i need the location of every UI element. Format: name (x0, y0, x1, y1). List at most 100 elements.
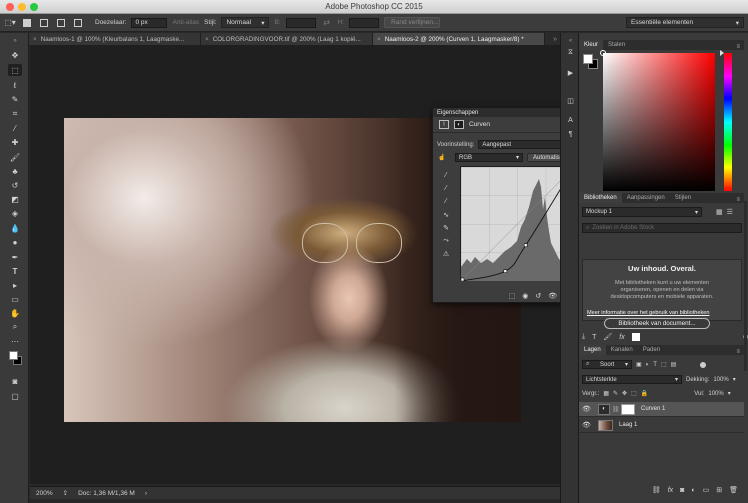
filter-toggle[interactable] (700, 361, 707, 368)
libraries-learn-more-link[interactable]: Meer informatie over het gebruik van bib… (587, 310, 737, 317)
clone-stamp-tool-icon[interactable]: ♣ (8, 165, 22, 177)
layer-mask-thumb[interactable] (621, 403, 635, 415)
panel-menu-icon[interactable]: ≡ (736, 44, 744, 50)
antialias-label[interactable]: Anti-alias (172, 19, 199, 26)
layer-filter-select[interactable]: ⌕ Soort ▾ (582, 360, 632, 369)
lock-transparency-icon[interactable]: ▦ (603, 390, 609, 397)
width-input[interactable] (285, 17, 316, 28)
style-select[interactable]: Normaal ▾ (221, 17, 270, 28)
intersect-selection-icon[interactable] (72, 17, 84, 29)
tab-kleur[interactable]: Kleur (579, 40, 604, 50)
feather-input[interactable]: 0 px (131, 17, 168, 28)
right-panels-scrollbar[interactable] (744, 201, 747, 371)
add-text-icon[interactable]: T (592, 334, 596, 341)
curves-graph[interactable] (460, 166, 575, 282)
visibility-eye-icon[interactable]: 👁 (582, 421, 592, 429)
lock-position-icon[interactable]: ✥ (622, 390, 627, 397)
tab-naamloos-2[interactable]: × Naamloos-2 @ 200% (Curven 1, Laagmasker… (373, 33, 545, 45)
lasso-tool-icon[interactable]: ℓ (8, 79, 22, 91)
filter-pixel-icon[interactable]: ▣ (636, 361, 642, 368)
fx-icon[interactable]: fx (619, 334, 624, 341)
edit-points-curve-icon[interactable]: ∿ (440, 209, 452, 220)
hue-slider[interactable] (720, 50, 732, 191)
panel-menu-icon[interactable]: ≡ (736, 349, 744, 355)
quick-selection-tool-icon[interactable]: ✎ (8, 93, 22, 105)
document-canvas[interactable]: Eigenschappen » ≡ ⌇ ◐ Curven Voorinstell… (30, 45, 580, 484)
smooth-curve-icon[interactable]: ⤳ (440, 235, 452, 246)
grid-view-icon[interactable]: ▦ (716, 208, 723, 216)
tab-lagen[interactable]: Lagen (579, 345, 606, 355)
view-previous-state-icon[interactable]: ◉ (522, 292, 528, 300)
layer-row-laag-1[interactable]: 👁 Laag 1 (579, 418, 744, 433)
layer-row-curven-1[interactable]: 👁 ◐ ⛓ Curven 1 (579, 402, 744, 417)
tab-overflow-icon[interactable]: » (545, 33, 560, 45)
foreground-color[interactable] (583, 54, 593, 64)
library-from-document-button[interactable]: Bibliotheek van document... (604, 318, 710, 329)
brush-tool-icon[interactable]: 🖌 (8, 151, 22, 163)
tab-aanpassingen[interactable]: Aanpassingen (622, 193, 670, 203)
pen-tool-icon[interactable]: ✒ (8, 251, 22, 263)
target-adjust-icon[interactable]: ☝ (437, 153, 447, 162)
swap-icon[interactable]: ⇄ (321, 17, 333, 29)
path-selection-tool-icon[interactable]: ▸ (8, 279, 22, 291)
layer-mask-icon[interactable]: ◐ (454, 120, 464, 129)
list-view-icon[interactable]: ☰ (727, 208, 733, 216)
curve-point-0[interactable] (460, 277, 465, 282)
filter-shape-icon[interactable]: ⬚ (661, 361, 667, 368)
download-icon[interactable]: ⤓ (582, 333, 585, 341)
tab-paden[interactable]: Paden (638, 345, 665, 355)
close-tab-icon[interactable]: × (33, 36, 37, 43)
visibility-icon[interactable]: 👁 (548, 292, 557, 300)
fill-value[interactable]: 100% (708, 391, 723, 397)
tab-bibliotheken[interactable]: Bibliotheken (579, 193, 622, 203)
mask-link-icon[interactable]: ⛓ (612, 406, 620, 413)
color-swatches[interactable] (583, 54, 599, 70)
new-adjustment-layer-icon[interactable]: ◐ (691, 487, 695, 494)
add-mask-icon[interactable]: ◙ (680, 487, 684, 494)
rectangular-marquee-tool-icon[interactable]: ⬚ (8, 64, 22, 76)
eraser-tool-icon[interactable]: ◩ (8, 193, 22, 205)
add-brush-icon[interactable]: 🖌 (603, 333, 612, 341)
stock-search-input[interactable]: ⌕ Zoeken in Adobe Stock (582, 223, 742, 233)
color-picker-field[interactable] (600, 50, 715, 191)
visibility-eye-icon[interactable]: 👁 (582, 405, 592, 413)
draw-curve-icon[interactable]: ✎ (440, 222, 452, 233)
close-tab-icon[interactable]: × (377, 36, 381, 43)
curves-adjustment-icon[interactable]: ⌇ (439, 120, 449, 129)
chevron-down-icon[interactable]: ▾ (728, 390, 731, 397)
lock-pixels-icon[interactable]: ✎ (613, 390, 618, 397)
healing-brush-tool-icon[interactable]: ✚ (8, 136, 22, 148)
new-group-icon[interactable]: ▭ (703, 486, 710, 494)
library-select[interactable]: Mockup 1 ▾ (582, 207, 702, 217)
lock-all-icon[interactable]: 🔒 (641, 390, 648, 397)
blend-mode-select[interactable]: Lichtsterkte ▾ (582, 375, 682, 384)
panel-collapse-icon[interactable]: » (8, 35, 22, 47)
sample-white-point-icon[interactable]: ⁄ (440, 196, 452, 207)
sample-black-point-icon[interactable]: ⁄ (440, 170, 452, 181)
eyedropper-tool-icon[interactable]: ⁄ (8, 122, 22, 134)
tab-kanalen[interactable]: Kanalen (606, 345, 638, 355)
curve-point-2[interactable] (523, 243, 528, 248)
clipping-warning-icon[interactable]: ⚠ (440, 248, 452, 259)
type-tool-icon[interactable]: T (8, 265, 22, 277)
filter-type-icon[interactable]: T (653, 362, 657, 368)
tab-stijlen[interactable]: Stijlen (670, 193, 696, 203)
filter-adjustment-icon[interactable]: ◐ (646, 362, 650, 368)
history-brush-tool-icon[interactable]: ↺ (8, 179, 22, 191)
curve-point-1[interactable] (503, 269, 508, 273)
status-arrow-icon[interactable]: › (145, 490, 147, 497)
lock-artboard-icon[interactable]: ⬚ (631, 390, 637, 397)
refine-edge-button[interactable]: Rand verfijnen... (384, 17, 441, 28)
tab-colorgradingvoor[interactable]: × COLORGRADINGVOOR.tif @ 200% (Laag 1 kop… (201, 33, 373, 45)
actions-panel-icon[interactable]: ▶ (565, 67, 576, 78)
filter-smart-object-icon[interactable]: ▤ (671, 361, 677, 368)
height-input[interactable] (349, 17, 380, 28)
marquee-tool-preset-icon[interactable]: ⬚▾ (4, 17, 16, 29)
foreground-background-swatches[interactable] (8, 351, 22, 367)
tab-stalen[interactable]: Stalen (603, 40, 630, 50)
layer-comps-icon[interactable]: ◫ (565, 95, 576, 106)
workspace-select[interactable]: Essentiële elementen ▾ (626, 17, 744, 28)
add-color-swatch[interactable] (631, 333, 640, 341)
paint-bucket-tool-icon[interactable]: ◈ (8, 207, 22, 219)
rectangle-tool-icon[interactable]: ▭ (8, 293, 22, 305)
